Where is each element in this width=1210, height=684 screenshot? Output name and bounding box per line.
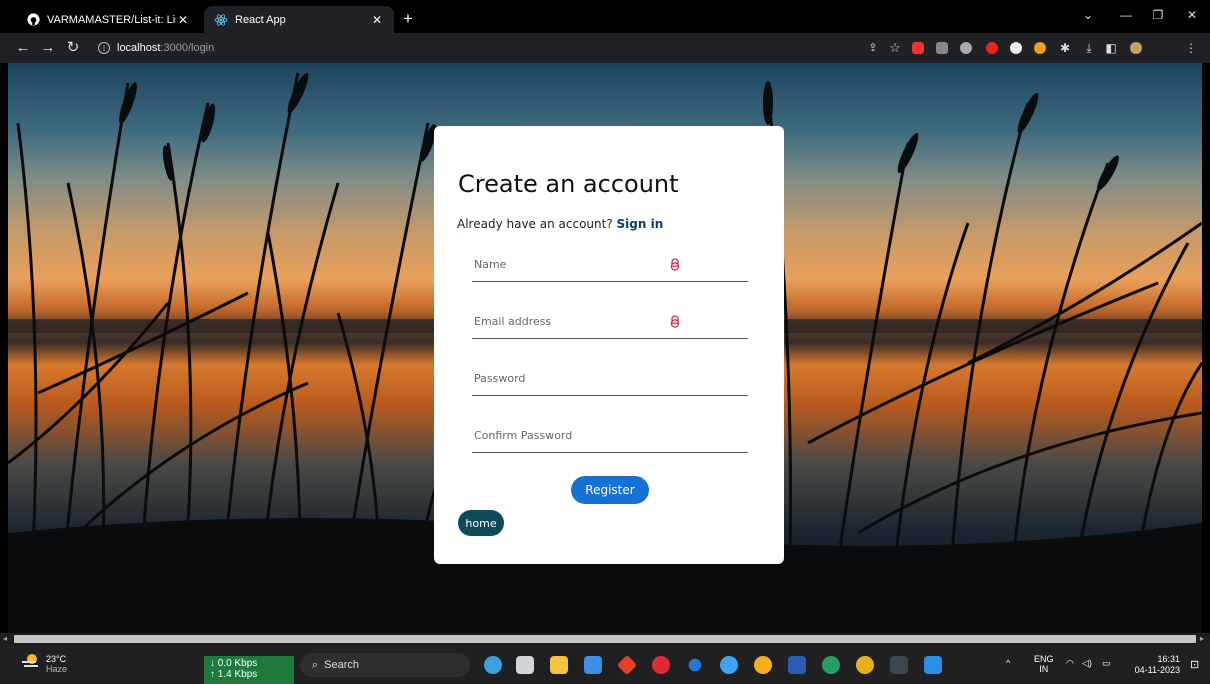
- forward-icon[interactable]: →: [39, 39, 57, 57]
- address-bar[interactable]: i localhost:3000/login: [88, 37, 848, 59]
- password-input[interactable]: [472, 362, 748, 395]
- page-viewport: Create an account Already have an accoun…: [8, 63, 1202, 633]
- bing-icon[interactable]: [688, 658, 702, 672]
- tray-chevron-icon[interactable]: ^: [1006, 658, 1010, 668]
- wifi-icon[interactable]: ◠: [1066, 658, 1074, 669]
- weather-condition: Haze: [46, 663, 68, 674]
- edge-icon[interactable]: [720, 656, 738, 674]
- register-card: Create an account Already have an accoun…: [434, 126, 784, 564]
- email-field[interactable]: [472, 305, 748, 339]
- language-indicator[interactable]: ENG IN: [1034, 654, 1054, 674]
- url-host: localhost: [117, 42, 161, 54]
- chrome-canary-icon[interactable]: [754, 656, 772, 674]
- search-label: Search: [324, 659, 360, 671]
- minimize-icon[interactable]: —: [1118, 8, 1134, 22]
- tab-title: VARMAMASTER/List-it: List it is: [47, 13, 176, 26]
- avatar[interactable]: [1130, 42, 1142, 54]
- tab-react-app[interactable]: React App ✕: [204, 6, 394, 33]
- already-text: Already have an account?: [457, 217, 617, 231]
- extension-icon[interactable]: [1034, 42, 1046, 54]
- warning-icon: [670, 258, 680, 276]
- store-icon[interactable]: [584, 656, 602, 674]
- opera-icon[interactable]: [652, 656, 670, 674]
- share-icon[interactable]: ⇪: [864, 39, 882, 57]
- name-input[interactable]: [472, 248, 748, 281]
- notification-icon[interactable]: ⊡: [1190, 658, 1199, 671]
- weather-widget[interactable]: 23°C Haze: [22, 653, 67, 674]
- terminal-icon[interactable]: [890, 656, 908, 674]
- word-icon[interactable]: [788, 656, 806, 674]
- extension-icon[interactable]: [912, 42, 924, 54]
- clock[interactable]: 16:31 04-11-2023: [1128, 654, 1180, 676]
- weather-haze-icon: [22, 653, 40, 674]
- new-tab-button[interactable]: +: [398, 9, 418, 29]
- battery-icon[interactable]: ▭: [1102, 658, 1111, 669]
- clock-time: 16:31: [1157, 654, 1180, 664]
- warning-icon: [670, 315, 680, 333]
- email-input[interactable]: [472, 305, 748, 338]
- signin-prompt: Already have an account? Sign in: [457, 217, 663, 231]
- net-speed-meter: ↓ 0.0 Kbps ↑ 1.4 Kbps: [204, 656, 294, 684]
- upload-speed: ↑ 1.4 Kbps: [210, 669, 258, 680]
- close-icon[interactable]: ✕: [176, 13, 190, 27]
- sidepanel-icon[interactable]: ◧: [1102, 39, 1120, 57]
- password-field[interactable]: [472, 362, 748, 396]
- menu-icon[interactable]: ⋮: [1182, 39, 1200, 57]
- git-icon[interactable]: [616, 654, 638, 676]
- reload-icon[interactable]: ↻: [64, 39, 82, 57]
- download-icon[interactable]: ⤓: [1080, 39, 1098, 57]
- search-icon: ⌕: [312, 658, 319, 671]
- back-icon[interactable]: ←: [14, 39, 32, 57]
- name-field[interactable]: [472, 248, 748, 282]
- lang-top: ENG: [1034, 654, 1054, 664]
- lang-bottom: IN: [1039, 664, 1049, 674]
- vscode-icon[interactable]: [924, 656, 942, 674]
- windows-taskbar: 23°C Haze ↓ 0.0 Kbps ↑ 1.4 Kbps ⌕ Search…: [0, 645, 1210, 684]
- extension-icon[interactable]: [960, 42, 972, 54]
- url-path: :3000/login: [160, 42, 215, 54]
- confirm-password-input[interactable]: [472, 419, 748, 452]
- tab-search-icon[interactable]: ⌄: [1080, 8, 1096, 22]
- restore-icon[interactable]: ❐: [1150, 8, 1166, 22]
- grammarly-icon[interactable]: [822, 656, 840, 674]
- bookmark-star-icon[interactable]: ☆: [886, 39, 904, 57]
- temperature: 23°C: [46, 653, 67, 664]
- browser-toolbar: ← → ↻ i localhost:3000/login ⇪ ☆ ✱ ⤓ ◧ ⋮: [0, 33, 1210, 63]
- tab-title: React App: [235, 13, 286, 26]
- scroll-left-icon[interactable]: ◂: [3, 633, 7, 645]
- react-icon: [214, 13, 228, 27]
- download-speed: ↓ 0.0 Kbps: [210, 658, 258, 669]
- horizontal-scrollbar[interactable]: ◂ ▸: [0, 633, 1210, 645]
- volume-icon[interactable]: ◁): [1082, 658, 1092, 669]
- extension-icon[interactable]: [986, 42, 998, 54]
- puzzle-icon[interactable]: ✱: [1056, 39, 1074, 57]
- window-close-icon[interactable]: ✕: [1184, 8, 1200, 22]
- confirm-password-field[interactable]: [472, 419, 748, 453]
- extension-icon[interactable]: [936, 42, 948, 54]
- extension-icon[interactable]: [1010, 42, 1022, 54]
- register-button[interactable]: Register: [571, 476, 649, 504]
- close-icon[interactable]: ✕: [370, 13, 384, 27]
- site-info-icon[interactable]: i: [98, 42, 110, 54]
- taskbar-search[interactable]: ⌕ Search: [300, 653, 470, 677]
- clock-date: 04-11-2023: [1134, 665, 1180, 675]
- scroll-right-icon[interactable]: ▸: [1200, 633, 1204, 645]
- scrollbar-thumb[interactable]: [14, 635, 1196, 643]
- page-title: Create an account: [458, 170, 679, 198]
- file-explorer-icon[interactable]: [550, 656, 568, 674]
- task-view-icon[interactable]: [516, 656, 534, 674]
- home-button[interactable]: home: [458, 510, 504, 536]
- github-icon: [26, 13, 40, 27]
- chrome-icon[interactable]: [856, 656, 874, 674]
- browser-tabstrip: VARMAMASTER/List-it: List it is ✕ React …: [0, 0, 1210, 33]
- signin-link[interactable]: Sign in: [617, 217, 664, 231]
- copilot-icon[interactable]: [484, 656, 502, 674]
- tab-github[interactable]: VARMAMASTER/List-it: List it is ✕: [16, 6, 200, 33]
